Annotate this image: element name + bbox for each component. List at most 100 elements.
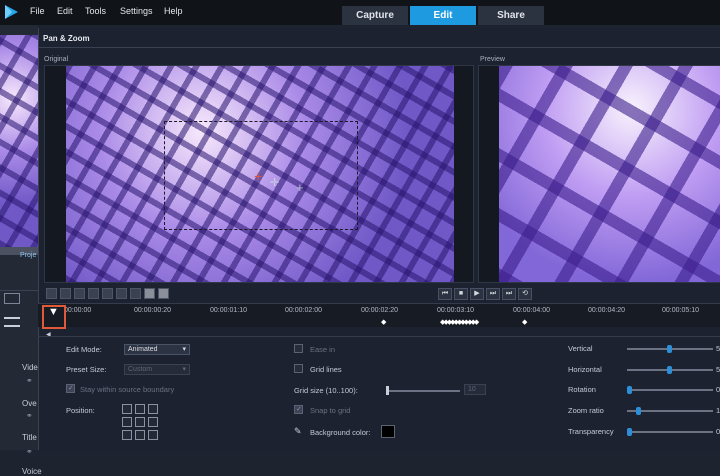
ease-in-label: Ease in — [310, 345, 336, 354]
transparency-label: Transparency — [568, 427, 614, 436]
zoom-ratio-thumb[interactable] — [636, 407, 641, 415]
grid-size-label: Grid size (10..100): — [294, 386, 358, 395]
vertical-thumb[interactable] — [667, 345, 672, 353]
fit-icon[interactable] — [144, 288, 155, 299]
grid-size-slider[interactable] — [386, 390, 460, 392]
position-cell[interactable] — [148, 417, 158, 427]
rotate-icon[interactable] — [130, 288, 141, 299]
transparency-thumb[interactable] — [627, 428, 632, 436]
position-cell[interactable] — [122, 430, 132, 440]
repeat-button[interactable]: ⟲ — [518, 288, 532, 300]
preview-label: Preview — [480, 56, 505, 63]
grid-lines-checkbox[interactable] — [294, 364, 303, 373]
ruler-tick: 00:00:02:00 — [285, 307, 322, 314]
dialog-title: Pan & Zoom — [43, 34, 90, 43]
vertical-value: 5 — [716, 344, 720, 353]
horizontal-value: 5 — [716, 365, 720, 374]
preset-size-label: Preset Size: — [66, 365, 107, 374]
ruler-tick: 00:00:04:00 — [513, 307, 550, 314]
position-cell[interactable] — [122, 404, 132, 414]
menu-settings[interactable]: Settings — [120, 6, 153, 16]
preset-size-value: Custom — [128, 366, 153, 373]
rotation-label: Rotation — [568, 385, 596, 394]
library-thumbnail[interactable] — [0, 35, 38, 247]
divider — [0, 290, 38, 291]
add-keyframe-icon[interactable] — [46, 288, 57, 299]
move-handle-icon[interactable]: ✛ — [270, 176, 279, 189]
grid-size-thumb[interactable] — [386, 386, 389, 395]
track-label-overlay[interactable]: Ove — [22, 399, 37, 408]
play-button[interactable]: ▶ — [470, 288, 484, 300]
title-divider — [38, 47, 720, 48]
reverse-keyframe-icon[interactable] — [74, 288, 85, 299]
rotation-slider[interactable] — [627, 389, 713, 391]
position-grid[interactable] — [122, 404, 162, 442]
horizontal-thumb[interactable] — [667, 366, 672, 374]
track-label-video[interactable]: Vide — [22, 363, 38, 372]
zoom-ratio-value: 1 — [716, 406, 720, 415]
position-cell[interactable] — [148, 430, 158, 440]
transparency-slider[interactable] — [627, 431, 713, 433]
position-cell[interactable] — [135, 404, 145, 414]
move-left-icon[interactable] — [88, 288, 99, 299]
stay-within-checkbox[interactable] — [66, 384, 75, 393]
ruler-tick: 00:00:01:10 — [210, 307, 247, 314]
ruler-tick: 00:00:00:20 — [134, 307, 171, 314]
rotation-thumb[interactable] — [627, 386, 632, 394]
storyboard-view-icon[interactable] — [4, 293, 20, 304]
grid-lines-label: Grid lines — [310, 365, 342, 374]
background-color-label: Background color: — [310, 428, 371, 437]
edit-mode-label: Edit Mode: — [66, 345, 102, 354]
tab-edit[interactable]: Edit — [410, 6, 476, 25]
center-crosshair-icon[interactable]: + — [254, 168, 262, 184]
background-color-swatch[interactable] — [381, 425, 395, 438]
menu-tools[interactable]: Tools — [85, 6, 106, 16]
move-right-icon[interactable] — [102, 288, 113, 299]
settings-divider — [38, 336, 720, 337]
timeline-view-icon[interactable] — [4, 317, 20, 327]
go-end-button[interactable]: ⏭ — [502, 288, 516, 300]
preview-image — [499, 66, 720, 282]
zoom-ratio-label: Zoom ratio — [568, 406, 604, 415]
chevron-down-icon: ▾ — [182, 346, 186, 353]
project-label[interactable]: Proje — [20, 252, 36, 259]
position-cell[interactable] — [135, 417, 145, 427]
rotation-value: 0 — [716, 385, 720, 394]
menu-file[interactable]: File — [30, 6, 45, 16]
edit-mode-select[interactable]: Animated ▾ — [124, 344, 190, 355]
flip-icon[interactable] — [116, 288, 127, 299]
next-frame-button[interactable]: ⏭ — [486, 288, 500, 300]
menu-edit[interactable]: Edit — [57, 6, 73, 16]
position-cell[interactable] — [122, 417, 132, 427]
library-panel: Proje Vide Ove Title Voice ⚭ ⚭ ⚭ — [0, 25, 42, 476]
keyframe-marker[interactable]: ◆ — [381, 318, 386, 326]
preset-size-select[interactable]: Custom ▾ — [124, 364, 190, 375]
link-icon: ⚭ — [26, 411, 33, 420]
position-cell[interactable] — [148, 404, 158, 414]
keyframe-marker[interactable]: ◆ — [522, 318, 527, 326]
eyedropper-icon[interactable]: ✎ — [294, 426, 302, 437]
edit-mode-value: Animated — [128, 346, 158, 353]
transparency-value: 0 — [716, 427, 720, 436]
track-label-voice[interactable]: Voice — [22, 467, 42, 476]
ease-in-checkbox[interactable] — [294, 344, 303, 353]
tab-capture[interactable]: Capture — [342, 6, 408, 25]
fill-icon[interactable] — [158, 288, 169, 299]
original-label: Original — [44, 56, 69, 63]
stay-within-label: Stay within source boundary — [80, 385, 175, 394]
snap-to-grid-checkbox[interactable] — [294, 405, 303, 414]
tab-share[interactable]: Share — [478, 6, 544, 25]
menu-bar: File Edit Tools Settings Help Capture Ed… — [0, 0, 720, 25]
keyframe-markers[interactable]: ◆◆◆◆◆◆◆◆◆◆◆ — [440, 318, 479, 326]
position-cell[interactable] — [135, 430, 145, 440]
go-start-button[interactable]: ⏮ — [438, 288, 452, 300]
track-label-title[interactable]: Title — [22, 433, 37, 442]
horizontal-label: Horizontal — [568, 365, 602, 374]
target-crosshair-icon: + — [296, 180, 304, 195]
stop-button[interactable]: ■ — [454, 288, 468, 300]
menu-help[interactable]: Help — [164, 6, 183, 16]
remove-keyframe-icon[interactable] — [60, 288, 71, 299]
playhead-icon[interactable]: ▼ — [48, 306, 59, 318]
grid-size-input[interactable]: 10 — [464, 384, 486, 395]
app-logo-icon — [5, 5, 18, 19]
